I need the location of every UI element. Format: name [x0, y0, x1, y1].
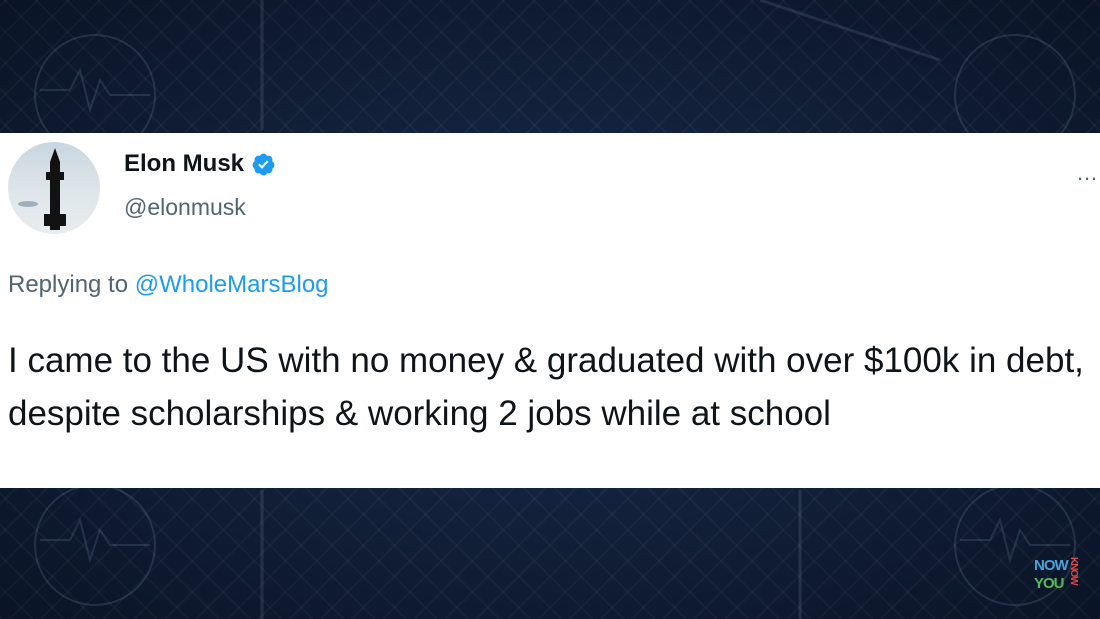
watermark-now: NOW	[1034, 557, 1069, 574]
watermark-know: KNOW	[1068, 557, 1079, 585]
starship-avatar-icon	[18, 148, 66, 230]
author-name-row: Elon Musk	[124, 150, 276, 178]
more-options-icon[interactable]: …	[1076, 160, 1099, 186]
author-name[interactable]: Elon Musk	[124, 150, 244, 178]
replying-to-line: Replying to @WholeMarsBlog	[8, 271, 329, 299]
watermark-you: YOU	[1034, 575, 1064, 592]
author-handle[interactable]: @elonmusk	[124, 194, 246, 221]
tweet-text: I came to the US with no money & graduat…	[8, 341, 1084, 433]
channel-watermark-logo: NOW YOU KNOW	[1034, 557, 1082, 597]
verified-badge-icon	[252, 153, 275, 175]
author-avatar[interactable]	[8, 142, 100, 234]
replying-to-mention-link[interactable]: @WholeMarsBlog	[135, 271, 329, 298]
replying-to-label: Replying to	[8, 271, 129, 298]
